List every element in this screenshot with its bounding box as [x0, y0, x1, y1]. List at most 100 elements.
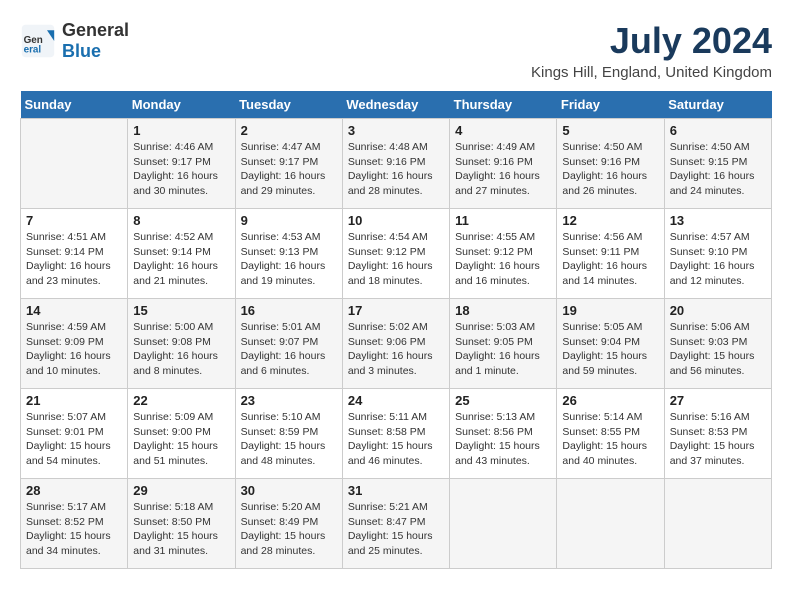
- calendar-cell: 26Sunrise: 5:14 AM Sunset: 8:55 PM Dayli…: [557, 389, 664, 479]
- day-info: Sunrise: 5:20 AM Sunset: 8:49 PM Dayligh…: [241, 500, 337, 559]
- calendar-cell: 14Sunrise: 4:59 AM Sunset: 9:09 PM Dayli…: [21, 299, 128, 389]
- day-number: 16: [241, 303, 337, 318]
- day-number: 18: [455, 303, 551, 318]
- calendar-week-row: 14Sunrise: 4:59 AM Sunset: 9:09 PM Dayli…: [21, 299, 772, 389]
- calendar-cell: 24 Sunrise: 5:11 AM Sunset: 8:58 PM Dayli…: [342, 389, 449, 479]
- day-number: 5: [562, 123, 658, 138]
- calendar-cell: [21, 119, 128, 209]
- day-info: Sunrise: 5:02 AM Sunset: 9:06 PM Dayligh…: [348, 320, 444, 379]
- day-info: Sunrise: 5:13 AM Sunset: 8:56 PM Dayligh…: [455, 410, 551, 469]
- calendar-cell: 25 Sunrise: 5:13 AM Sunset: 8:56 PM Dayli…: [450, 389, 557, 479]
- day-info: Sunrise: 4:46 AM Sunset: 9:17 PM Dayligh…: [133, 140, 229, 199]
- day-number: 1: [133, 123, 229, 138]
- day-number: 30: [241, 483, 337, 498]
- calendar-cell: 31 Sunrise: 5:21 AM Sunset: 8:47 PM Dayli…: [342, 479, 449, 569]
- day-number: 8: [133, 213, 229, 228]
- calendar-cell: [450, 479, 557, 569]
- calendar-table: SundayMondayTuesdayWednesdayThursdayFrid…: [20, 91, 772, 569]
- day-info: Sunrise: 5:17 AM Sunset: 8:52 PM Dayligh…: [26, 500, 122, 559]
- header-sunday: Sunday: [21, 91, 128, 119]
- logo: Gen eral General Blue: [20, 20, 129, 62]
- day-number: 31: [348, 483, 444, 498]
- header-monday: Monday: [128, 91, 235, 119]
- day-number: 9: [241, 213, 337, 228]
- day-info: Sunrise: 5:05 AM Sunset: 9:04 PM Dayligh…: [562, 320, 658, 379]
- logo-blue: Blue: [62, 41, 101, 61]
- calendar-week-row: 7 Sunrise: 4:51 AM Sunset: 9:14 PM Daylig…: [21, 209, 772, 299]
- calendar-cell: 28 Sunrise: 5:17 AM Sunset: 8:52 PM Dayli…: [21, 479, 128, 569]
- header-saturday: Saturday: [664, 91, 771, 119]
- day-number: 22: [133, 393, 229, 408]
- calendar-cell: 6Sunrise: 4:50 AM Sunset: 9:15 PM Daylig…: [664, 119, 771, 209]
- day-number: 24: [348, 393, 444, 408]
- day-info: Sunrise: 5:11 AM Sunset: 8:58 PM Dayligh…: [348, 410, 444, 469]
- calendar-cell: 9 Sunrise: 4:53 AM Sunset: 9:13 PM Daylig…: [235, 209, 342, 299]
- header-tuesday: Tuesday: [235, 91, 342, 119]
- day-info: Sunrise: 4:54 AM Sunset: 9:12 PM Dayligh…: [348, 230, 444, 289]
- page-subtitle: Kings Hill, England, United Kingdom: [531, 64, 772, 81]
- calendar-cell: 1 Sunrise: 4:46 AM Sunset: 9:17 PM Daylig…: [128, 119, 235, 209]
- calendar-cell: 7 Sunrise: 4:51 AM Sunset: 9:14 PM Daylig…: [21, 209, 128, 299]
- logo-icon: Gen eral: [20, 23, 56, 59]
- header: Gen eral General Blue July 2024 Kings Hi…: [20, 20, 772, 81]
- day-info: Sunrise: 4:53 AM Sunset: 9:13 PM Dayligh…: [241, 230, 337, 289]
- calendar-cell: 29Sunrise: 5:18 AM Sunset: 8:50 PM Dayli…: [128, 479, 235, 569]
- day-number: 4: [455, 123, 551, 138]
- day-number: 25: [455, 393, 551, 408]
- calendar-cell: 21Sunrise: 5:07 AM Sunset: 9:01 PM Dayli…: [21, 389, 128, 479]
- calendar-cell: 18 Sunrise: 5:03 AM Sunset: 9:05 PM Dayli…: [450, 299, 557, 389]
- calendar-cell: 4Sunrise: 4:49 AM Sunset: 9:16 PM Daylig…: [450, 119, 557, 209]
- page-title: July 2024: [531, 20, 772, 62]
- day-info: Sunrise: 4:51 AM Sunset: 9:14 PM Dayligh…: [26, 230, 122, 289]
- calendar-cell: [664, 479, 771, 569]
- day-number: 2: [241, 123, 337, 138]
- day-number: 13: [670, 213, 766, 228]
- day-info: Sunrise: 5:10 AM Sunset: 8:59 PM Dayligh…: [241, 410, 337, 469]
- calendar-week-row: 21Sunrise: 5:07 AM Sunset: 9:01 PM Dayli…: [21, 389, 772, 479]
- calendar-cell: 13 Sunrise: 4:57 AM Sunset: 9:10 PM Dayli…: [664, 209, 771, 299]
- day-info: Sunrise: 5:09 AM Sunset: 9:00 PM Dayligh…: [133, 410, 229, 469]
- day-info: Sunrise: 5:14 AM Sunset: 8:55 PM Dayligh…: [562, 410, 658, 469]
- day-info: Sunrise: 4:47 AM Sunset: 9:17 PM Dayligh…: [241, 140, 337, 199]
- calendar-cell: 10Sunrise: 4:54 AM Sunset: 9:12 PM Dayli…: [342, 209, 449, 299]
- day-info: Sunrise: 5:01 AM Sunset: 9:07 PM Dayligh…: [241, 320, 337, 379]
- day-info: Sunrise: 5:03 AM Sunset: 9:05 PM Dayligh…: [455, 320, 551, 379]
- calendar-header-row: SundayMondayTuesdayWednesdayThursdayFrid…: [21, 91, 772, 119]
- day-number: 20: [670, 303, 766, 318]
- day-info: Sunrise: 4:50 AM Sunset: 9:16 PM Dayligh…: [562, 140, 658, 199]
- calendar-cell: 17Sunrise: 5:02 AM Sunset: 9:06 PM Dayli…: [342, 299, 449, 389]
- calendar-cell: 19 Sunrise: 5:05 AM Sunset: 9:04 PM Dayli…: [557, 299, 664, 389]
- calendar-week-row: 1 Sunrise: 4:46 AM Sunset: 9:17 PM Daylig…: [21, 119, 772, 209]
- day-info: Sunrise: 4:56 AM Sunset: 9:11 PM Dayligh…: [562, 230, 658, 289]
- calendar-cell: 30 Sunrise: 5:20 AM Sunset: 8:49 PM Dayli…: [235, 479, 342, 569]
- calendar-cell: [557, 479, 664, 569]
- day-info: Sunrise: 4:55 AM Sunset: 9:12 PM Dayligh…: [455, 230, 551, 289]
- calendar-cell: 22 Sunrise: 5:09 AM Sunset: 9:00 PM Dayli…: [128, 389, 235, 479]
- day-info: Sunrise: 4:48 AM Sunset: 9:16 PM Dayligh…: [348, 140, 444, 199]
- calendar-cell: 2 Sunrise: 4:47 AM Sunset: 9:17 PM Daylig…: [235, 119, 342, 209]
- day-number: 29: [133, 483, 229, 498]
- title-block: July 2024 Kings Hill, England, United Ki…: [531, 20, 772, 81]
- day-number: 28: [26, 483, 122, 498]
- calendar-cell: 27 Sunrise: 5:16 AM Sunset: 8:53 PM Dayli…: [664, 389, 771, 479]
- day-number: 19: [562, 303, 658, 318]
- day-number: 11: [455, 213, 551, 228]
- calendar-cell: 16 Sunrise: 5:01 AM Sunset: 9:07 PM Dayli…: [235, 299, 342, 389]
- calendar-cell: 15 Sunrise: 5:00 AM Sunset: 9:08 PM Dayli…: [128, 299, 235, 389]
- day-info: Sunrise: 4:57 AM Sunset: 9:10 PM Dayligh…: [670, 230, 766, 289]
- day-info: Sunrise: 4:52 AM Sunset: 9:14 PM Dayligh…: [133, 230, 229, 289]
- day-info: Sunrise: 5:07 AM Sunset: 9:01 PM Dayligh…: [26, 410, 122, 469]
- header-wednesday: Wednesday: [342, 91, 449, 119]
- calendar-cell: 8 Sunrise: 4:52 AM Sunset: 9:14 PM Daylig…: [128, 209, 235, 299]
- calendar-cell: 5 Sunrise: 4:50 AM Sunset: 9:16 PM Daylig…: [557, 119, 664, 209]
- day-number: 27: [670, 393, 766, 408]
- day-info: Sunrise: 5:21 AM Sunset: 8:47 PM Dayligh…: [348, 500, 444, 559]
- day-info: Sunrise: 5:00 AM Sunset: 9:08 PM Dayligh…: [133, 320, 229, 379]
- header-friday: Friday: [557, 91, 664, 119]
- day-info: Sunrise: 5:16 AM Sunset: 8:53 PM Dayligh…: [670, 410, 766, 469]
- logo-text: General Blue: [62, 20, 129, 62]
- calendar-week-row: 28 Sunrise: 5:17 AM Sunset: 8:52 PM Dayli…: [21, 479, 772, 569]
- day-number: 15: [133, 303, 229, 318]
- day-number: 7: [26, 213, 122, 228]
- day-info: Sunrise: 4:50 AM Sunset: 9:15 PM Dayligh…: [670, 140, 766, 199]
